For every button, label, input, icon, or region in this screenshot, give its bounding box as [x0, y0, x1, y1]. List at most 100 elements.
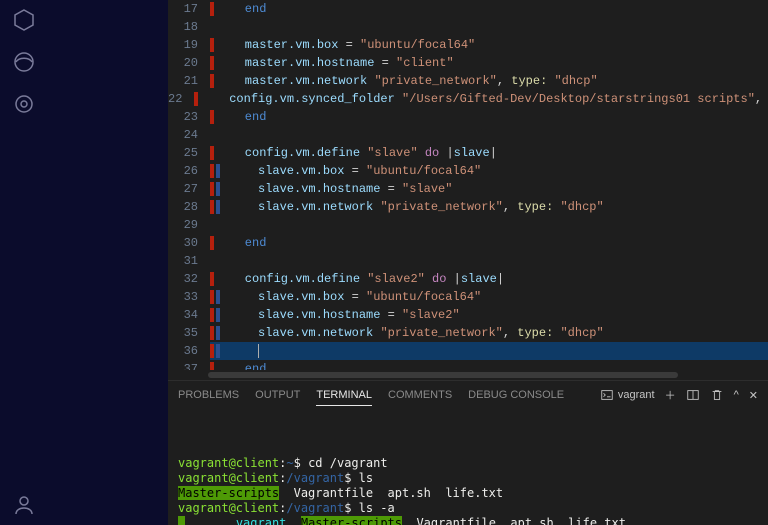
- line-number: 17: [168, 0, 210, 18]
- terminal-segment: Master-scripts: [178, 486, 279, 500]
- code-token: |: [446, 272, 460, 286]
- split-terminal-button[interactable]: [686, 388, 700, 402]
- code-line[interactable]: 22 config.vm.synced_folder "/Users/Gifte…: [168, 90, 768, 108]
- code-line[interactable]: 21 master.vm.network "private_network", …: [168, 72, 768, 90]
- diff-marker-red: [210, 38, 214, 52]
- code-line[interactable]: 30 end: [168, 234, 768, 252]
- maximize-panel-button[interactable]: ^: [734, 389, 739, 401]
- terminal-segment: $ ls -a: [344, 501, 395, 515]
- code-line[interactable]: 29: [168, 216, 768, 234]
- code-token: ,: [755, 92, 768, 106]
- code-token: "/Users/Gifted-Dev/Desktop/starstrings01…: [402, 92, 755, 106]
- line-number: 31: [168, 252, 210, 270]
- close-panel-button[interactable]: ✕: [749, 389, 758, 402]
- code-line[interactable]: 17 end: [168, 0, 768, 18]
- terminal-segment: [185, 516, 199, 525]
- line-number: 30: [168, 234, 210, 252]
- code-line[interactable]: 20 master.vm.hostname = "client": [168, 54, 768, 72]
- terminal-segment: ~: [286, 456, 293, 470]
- activity-bar: [0, 0, 48, 525]
- terminal-segment: $ cd /vagrant: [294, 456, 388, 470]
- code-line[interactable]: 34 slave.vm.hostname = "slave2": [168, 306, 768, 324]
- terminal-segment: Vagrantfile apt.sh life.txt: [402, 516, 626, 525]
- code-line[interactable]: 32 config.vm.define "slave2" do |slave|: [168, 270, 768, 288]
- terminal-segment: vagrant@client: [178, 501, 279, 515]
- code-token: ,: [503, 200, 517, 214]
- kill-terminal-button[interactable]: [710, 388, 724, 402]
- code-line[interactable]: 31: [168, 252, 768, 270]
- code-token: slave: [454, 146, 490, 160]
- line-number: 29: [168, 216, 210, 234]
- panel-tab-problems[interactable]: PROBLEMS: [178, 385, 239, 405]
- terminal-segment: ..: [200, 516, 214, 525]
- line-number: 26: [168, 162, 210, 180]
- diff-marker-red: [210, 200, 214, 214]
- code-line[interactable]: 28 slave.vm.network "private_network", t…: [168, 198, 768, 216]
- panel-tab-debug[interactable]: DEBUG CONSOLE: [468, 385, 564, 405]
- line-number: 34: [168, 306, 210, 324]
- code-line[interactable]: 27 slave.vm.hostname = "slave": [168, 180, 768, 198]
- code-token: =: [388, 182, 402, 196]
- code-line[interactable]: 18: [168, 18, 768, 36]
- code-token: master.vm.hostname: [216, 56, 382, 70]
- code-token: |: [497, 272, 504, 286]
- code-token: slave.vm.box: [222, 290, 352, 304]
- launch-profile-label: vagrant: [618, 389, 655, 401]
- diff-marker-red: [210, 2, 214, 16]
- code-token: "dhcp": [554, 74, 597, 88]
- line-number: 18: [168, 18, 210, 36]
- editor-horizontal-scrollbar[interactable]: [168, 370, 754, 380]
- diff-marker-red: [210, 344, 214, 358]
- code-token: "slave2": [367, 272, 425, 286]
- code-token: type:: [517, 200, 560, 214]
- code-token: =: [382, 56, 396, 70]
- code-token: ,: [503, 326, 517, 340]
- code-token: end: [216, 110, 266, 124]
- diff-marker-red: [210, 272, 214, 286]
- diff-marker-blue: [216, 344, 220, 358]
- terminal-segment: /vagrant: [286, 471, 344, 485]
- code-line[interactable]: 23 end: [168, 108, 768, 126]
- code-line[interactable]: 36: [168, 342, 768, 360]
- code-line[interactable]: 19 master.vm.box = "ubuntu/focal64": [168, 36, 768, 54]
- launch-profile-button[interactable]: vagrant: [600, 388, 655, 402]
- diff-marker-red: [210, 74, 214, 88]
- panel-tab-comments[interactable]: COMMENTS: [388, 385, 452, 405]
- new-terminal-button[interactable]: ＋: [665, 387, 676, 403]
- code-token: "dhcp": [560, 326, 603, 340]
- diff-marker-red: [210, 326, 214, 340]
- code-editor[interactable]: 17 end1819 master.vm.box = "ubuntu/focal…: [168, 0, 768, 380]
- target-icon[interactable]: [12, 92, 36, 116]
- main-area: 17 end1819 master.vm.box = "ubuntu/focal…: [168, 0, 768, 525]
- diff-marker-red: [210, 308, 214, 322]
- code-line[interactable]: 35 slave.vm.network "private_network", t…: [168, 324, 768, 342]
- edge-icon[interactable]: [12, 50, 36, 74]
- code-token: do: [425, 146, 439, 160]
- terminal-body[interactable]: vagrant@client:~$ cd /vagrantvagrant@cli…: [168, 409, 768, 525]
- code-line[interactable]: 24: [168, 126, 768, 144]
- line-number: 28: [168, 198, 210, 216]
- code-line[interactable]: 26 slave.vm.box = "ubuntu/focal64": [168, 162, 768, 180]
- code-token: =: [352, 290, 366, 304]
- terminal-segment: Vagrantfile apt.sh life.txt: [279, 486, 503, 500]
- code-line[interactable]: 33 slave.vm.box = "ubuntu/focal64": [168, 288, 768, 306]
- panel-tab-output[interactable]: OUTPUT: [255, 385, 300, 405]
- terminal-line: vagrant@client:/vagrant$ ls -a: [178, 501, 758, 516]
- hexagon-icon[interactable]: [12, 8, 36, 32]
- panel-tab-terminal[interactable]: TERMINAL: [316, 385, 372, 406]
- account-icon[interactable]: [12, 493, 36, 517]
- sidebar-area: [48, 0, 168, 525]
- app-root: 17 end1819 master.vm.box = "ubuntu/focal…: [0, 0, 768, 525]
- code-token: slave.vm.network: [222, 326, 380, 340]
- code-token: |: [490, 146, 497, 160]
- code-token: end: [216, 2, 266, 16]
- line-number: 24: [168, 126, 210, 144]
- code-token: slave: [461, 272, 497, 286]
- line-number: 20: [168, 54, 210, 72]
- diff-marker-blue: [216, 326, 220, 340]
- code-token: do: [432, 272, 446, 286]
- code-line[interactable]: 25 config.vm.define "slave" do |slave|: [168, 144, 768, 162]
- code-token: type:: [517, 326, 560, 340]
- code-token: slave.vm.hostname: [222, 308, 388, 322]
- terminal-line: vagrant@client:/vagrant$ ls: [178, 471, 758, 486]
